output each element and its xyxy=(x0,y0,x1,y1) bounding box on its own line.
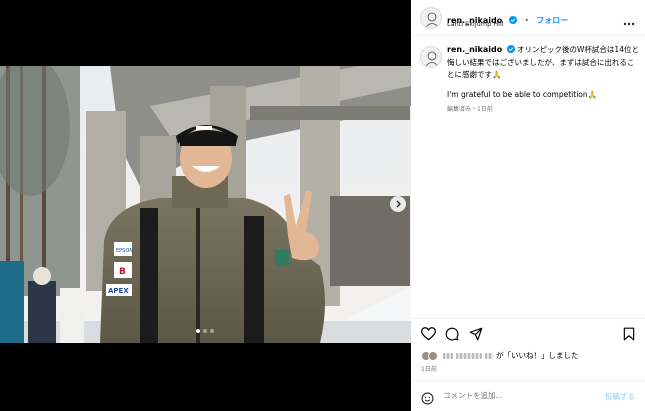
caption-meta: 編集済み・1日前 xyxy=(447,106,493,113)
sponsor-epson: EPSON xyxy=(116,248,133,254)
emoji-button[interactable] xyxy=(421,390,434,409)
post-header: ren._nikaido • フォロー Lahti Skijump Hill xyxy=(411,0,645,36)
divider xyxy=(411,318,645,319)
comment-icon xyxy=(445,327,459,341)
post-comment-button[interactable]: 投稿する xyxy=(605,391,635,402)
slide-dot xyxy=(196,329,200,333)
likes-summary[interactable]: が「いいね！」しました xyxy=(421,350,579,361)
share-button[interactable] xyxy=(469,326,483,345)
avatar-image xyxy=(425,12,439,28)
verified-badge-icon xyxy=(506,45,515,57)
save-button[interactable] xyxy=(623,326,635,345)
sponsor-apex: APEX xyxy=(108,287,129,295)
caption-username-link[interactable]: ren._nikaido xyxy=(447,45,502,54)
bookmark-icon xyxy=(623,327,635,341)
sponsor-b: B xyxy=(119,267,126,277)
caption-english: I'm grateful to be able to competition🙏 xyxy=(447,90,597,99)
separator: • xyxy=(524,16,530,25)
verified-badge-icon xyxy=(509,9,518,28)
liker-avatars xyxy=(421,350,438,361)
comment-button[interactable] xyxy=(445,326,459,345)
post-media: EPSON B APEX xyxy=(0,0,411,411)
like-button[interactable] xyxy=(420,326,437,345)
post-side-panel: ren._nikaido • フォロー Lahti Skijump Hill r… xyxy=(411,0,645,411)
smiley-icon xyxy=(421,392,434,405)
avatar-image xyxy=(425,51,439,67)
redacted-name xyxy=(443,352,453,359)
post-photo[interactable]: EPSON B APEX xyxy=(0,66,411,343)
location-link[interactable]: Lahti Skijump Hill xyxy=(447,20,504,28)
slide-indicator xyxy=(196,329,214,333)
slide-dot xyxy=(203,329,207,333)
follow-button[interactable]: フォロー xyxy=(536,16,568,25)
more-icon xyxy=(623,22,635,26)
send-icon xyxy=(469,327,483,341)
post-timestamp[interactable]: 1日前 xyxy=(421,364,437,373)
heart-icon xyxy=(420,327,437,341)
caption-text: ren._nikaido オリンピック後のW杯試合は14位と悔しい結果ではござい… xyxy=(447,44,639,81)
comment-input[interactable] xyxy=(443,391,583,400)
redacted-name xyxy=(485,352,493,359)
photo-image: EPSON B APEX xyxy=(0,66,411,343)
action-bar xyxy=(420,326,635,345)
avatar[interactable] xyxy=(420,7,442,29)
comment-bar: 投稿する xyxy=(411,380,645,411)
redacted-name xyxy=(456,352,482,359)
next-slide-button[interactable] xyxy=(390,196,406,212)
caption-avatar[interactable] xyxy=(420,46,442,68)
slide-dot xyxy=(210,329,214,333)
more-options-button[interactable] xyxy=(623,11,635,30)
likes-text: が「いいね！」しました xyxy=(496,351,579,360)
chevron-right-icon xyxy=(396,200,401,208)
